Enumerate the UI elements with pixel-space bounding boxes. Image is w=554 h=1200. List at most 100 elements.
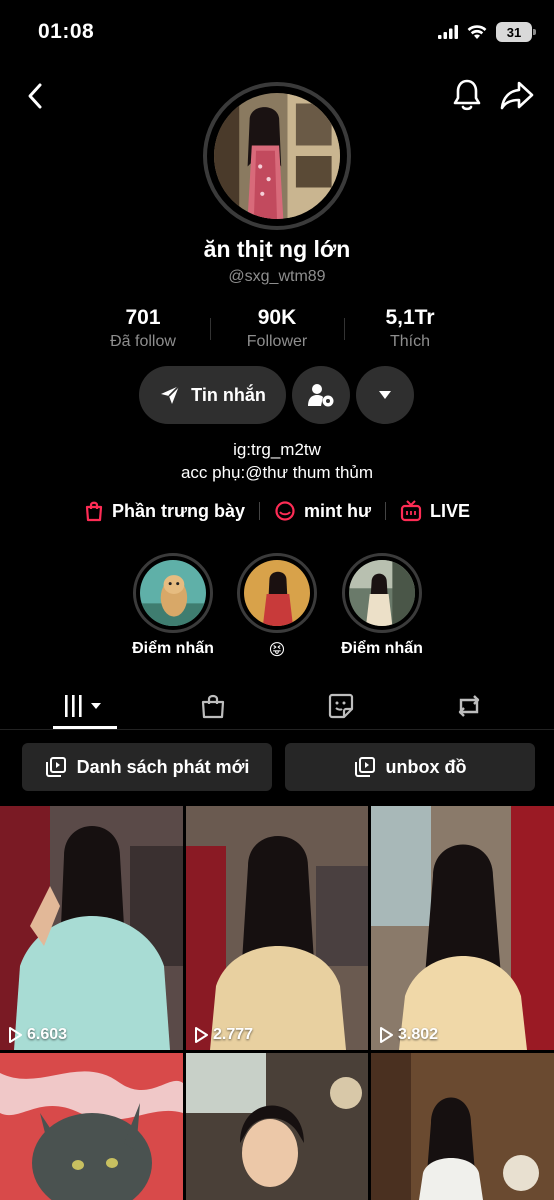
stat-following[interactable]: 701 Đã follow bbox=[73, 306, 213, 351]
girl-outdoor-photo bbox=[349, 560, 415, 626]
stat-following-label: Đã follow bbox=[110, 333, 176, 350]
video-thumbnail[interactable] bbox=[0, 1053, 183, 1200]
play-icon bbox=[380, 1027, 393, 1043]
more-options-button[interactable] bbox=[356, 366, 414, 424]
chat-bubble-icon bbox=[275, 501, 295, 521]
tab-reposts[interactable] bbox=[439, 686, 499, 726]
grid-bars-icon bbox=[65, 695, 101, 717]
link-separator bbox=[259, 502, 260, 520]
repost-icon bbox=[458, 695, 480, 717]
playlist-label: Danh sách phát mới bbox=[76, 756, 250, 777]
tab-stickers[interactable] bbox=[311, 686, 371, 726]
stat-likes[interactable]: 5,1Tr Thích bbox=[340, 306, 480, 351]
playlist-button[interactable]: unbox đồ bbox=[285, 743, 535, 791]
stat-likes-label: Thích bbox=[389, 333, 430, 350]
cellular-signal-icon bbox=[438, 25, 458, 39]
highlight-thumbnail bbox=[244, 560, 310, 626]
tab-shop[interactable] bbox=[183, 686, 243, 726]
stat-followers-label: Follower bbox=[246, 333, 308, 350]
back-button[interactable] bbox=[20, 78, 52, 114]
bio-line-2: acc phụ:@thư thum thủm bbox=[180, 463, 374, 482]
caret-down-icon bbox=[379, 391, 391, 399]
highlight-ring bbox=[342, 553, 422, 633]
video-preview bbox=[0, 806, 183, 1050]
battery-indicator: 31 bbox=[496, 22, 536, 42]
status-icons: 31 bbox=[438, 22, 536, 42]
message-button-label: Tin nhắn bbox=[191, 384, 266, 405]
playlist-icon bbox=[354, 757, 375, 777]
highlight-label: 😝 bbox=[268, 642, 286, 659]
live-link-label: LIVE bbox=[430, 500, 471, 521]
status-time: 01:08 bbox=[38, 20, 95, 43]
content-tabs bbox=[0, 682, 554, 730]
avatar[interactable] bbox=[214, 93, 340, 219]
wifi-icon bbox=[467, 24, 487, 39]
follow-settings-button[interactable] bbox=[292, 366, 350, 424]
video-thumbnail[interactable] bbox=[186, 1053, 368, 1200]
battery-level: 31 bbox=[506, 24, 522, 40]
group-chat-link-label: mint hư bbox=[304, 500, 372, 521]
live-tv-icon bbox=[400, 500, 422, 522]
live-link[interactable]: LIVE bbox=[400, 500, 470, 522]
view-count-value: 3.802 bbox=[398, 1026, 439, 1043]
playlist-button[interactable]: Danh sách phát mới bbox=[22, 743, 272, 791]
share-button[interactable] bbox=[498, 76, 536, 114]
highlight-ring bbox=[237, 553, 317, 633]
active-tab-indicator bbox=[53, 726, 117, 729]
video-preview bbox=[186, 1053, 368, 1200]
view-count: 6.603 bbox=[8, 1026, 67, 1044]
play-icon bbox=[195, 1027, 208, 1043]
cat-video-preview bbox=[0, 1053, 183, 1200]
tab-videos[interactable] bbox=[55, 686, 115, 726]
view-count-value: 6.603 bbox=[27, 1026, 68, 1043]
playlist-label: unbox đồ bbox=[385, 756, 467, 777]
stat-followers[interactable]: 90K Follower bbox=[207, 306, 347, 351]
girl-photo bbox=[244, 560, 310, 626]
stat-following-count: 701 bbox=[125, 306, 161, 329]
view-count-value: 2.777 bbox=[213, 1026, 254, 1043]
highlight-item[interactable]: Điểm nhấn bbox=[118, 553, 228, 658]
send-icon bbox=[161, 385, 180, 404]
showcase-link[interactable]: Phần trưng bày bbox=[84, 500, 245, 522]
notification-bell-button[interactable] bbox=[450, 76, 484, 114]
video-thumbnail[interactable]: 6.603 bbox=[0, 806, 183, 1050]
highlight-thumbnail bbox=[140, 560, 206, 626]
profile-bio: ig:trg_m2tw acc phụ:@thư thum thủm bbox=[0, 438, 554, 484]
highlight-item[interactable]: 😝 bbox=[222, 553, 332, 660]
video-thumbnail[interactable]: 3.802 bbox=[371, 806, 554, 1050]
avatar-photo bbox=[214, 93, 340, 219]
chevron-left-icon bbox=[28, 83, 42, 109]
video-preview bbox=[186, 806, 368, 1050]
bell-icon bbox=[453, 79, 481, 111]
stat-followers-count: 90K bbox=[257, 306, 297, 329]
status-bar: 01:08 31 bbox=[0, 0, 554, 64]
view-count: 3.802 bbox=[379, 1026, 438, 1044]
sticker-icon bbox=[328, 693, 354, 719]
view-count: 2.777 bbox=[194, 1026, 253, 1044]
message-button[interactable]: Tin nhắn bbox=[139, 366, 286, 424]
highlight-thumbnail bbox=[349, 560, 415, 626]
link-separator bbox=[385, 502, 387, 520]
bio-line-1: ig:trg_m2tw bbox=[233, 440, 321, 459]
highlight-ring bbox=[133, 553, 213, 633]
video-thumbnail[interactable] bbox=[371, 1053, 554, 1200]
play-icon bbox=[9, 1027, 22, 1043]
shopping-bag-icon bbox=[201, 694, 225, 719]
video-preview bbox=[371, 806, 554, 1050]
profile-avatar-ring[interactable] bbox=[203, 82, 351, 230]
video-thumbnail[interactable]: 2.777 bbox=[186, 806, 368, 1050]
display-name: ăn thịt ng lớn bbox=[203, 236, 351, 262]
group-chat-link[interactable]: mint hư bbox=[274, 500, 371, 522]
highlight-item[interactable]: Điểm nhấn bbox=[327, 553, 437, 658]
share-arrow-icon bbox=[500, 81, 534, 110]
story-highlights: Điểm nhấn 😝 Điểm nhấn bbox=[0, 553, 554, 663]
profile-links: Phần trưng bày mint hư LIVE bbox=[0, 500, 554, 522]
highlight-label: Điểm nhấn bbox=[341, 640, 423, 657]
playlists-row: Danh sách phát mới unbox đồ bbox=[0, 743, 554, 793]
stat-likes-count: 5,1Tr bbox=[385, 306, 435, 329]
profile-actions: Tin nhắn bbox=[0, 366, 554, 424]
shopping-bag-icon bbox=[85, 501, 103, 522]
profile-stats: 701 Đã follow 90K Follower 5,1Tr Thích bbox=[0, 306, 554, 354]
playlist-icon bbox=[45, 757, 66, 777]
user-settings-icon bbox=[308, 384, 334, 407]
